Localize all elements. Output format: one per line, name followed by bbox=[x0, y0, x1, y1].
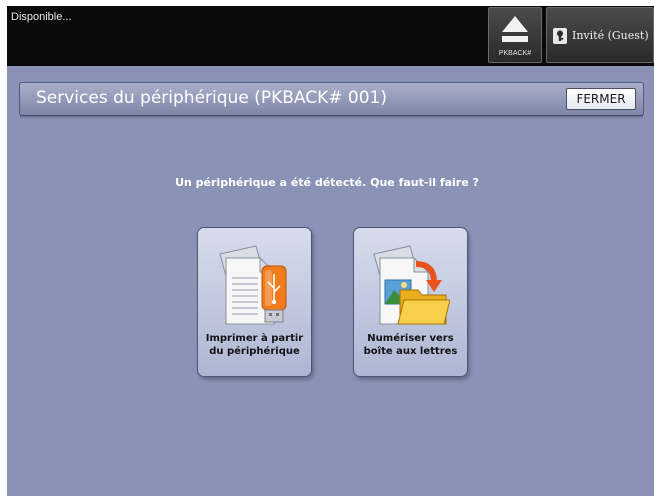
prompt-text: Un périphérique a été détecté. Que faut-… bbox=[175, 176, 479, 189]
print-from-device-label: Imprimer à partir du périphérique bbox=[198, 332, 311, 358]
scan-to-mailbox-label: Numériser vers boîte aux lettres bbox=[354, 332, 467, 358]
usb-document-icon bbox=[219, 245, 287, 325]
top-status-bar: Disponible... PKBACK# Invité (Guest) bbox=[7, 6, 654, 66]
close-button[interactable]: FERMER bbox=[566, 88, 636, 110]
scan-to-folder-icon bbox=[373, 245, 450, 325]
eject-button-label: PKBACK# bbox=[498, 50, 532, 57]
print-from-device-button[interactable]: Imprimer à partir du périphérique bbox=[197, 227, 312, 377]
user-button[interactable]: Invité (Guest) bbox=[546, 7, 654, 63]
print-from-device-label-line2: du périphérique bbox=[209, 346, 300, 357]
print-from-device-label-line1: Imprimer à partir bbox=[205, 333, 304, 344]
scan-to-mailbox-button[interactable]: Numériser vers boîte aux lettres bbox=[353, 227, 468, 377]
scan-to-mailbox-label-line2: boîte aux lettres bbox=[363, 346, 458, 357]
user-button-label: Invité (Guest) bbox=[572, 29, 649, 42]
services-header: Services du périphérique (PKBACK# 001) F… bbox=[19, 82, 644, 119]
scan-to-mailbox-label-line1: Numériser vers bbox=[367, 333, 454, 344]
screen: Disponible... PKBACK# Invité (Guest) Ser… bbox=[7, 6, 654, 496]
eject-button[interactable]: PKBACK# bbox=[488, 7, 542, 63]
page-title: Services du périphérique (PKBACK# 001) bbox=[36, 88, 387, 108]
eject-icon bbox=[502, 16, 528, 42]
status-text: Disponible... bbox=[11, 11, 72, 23]
user-key-icon bbox=[553, 28, 567, 44]
